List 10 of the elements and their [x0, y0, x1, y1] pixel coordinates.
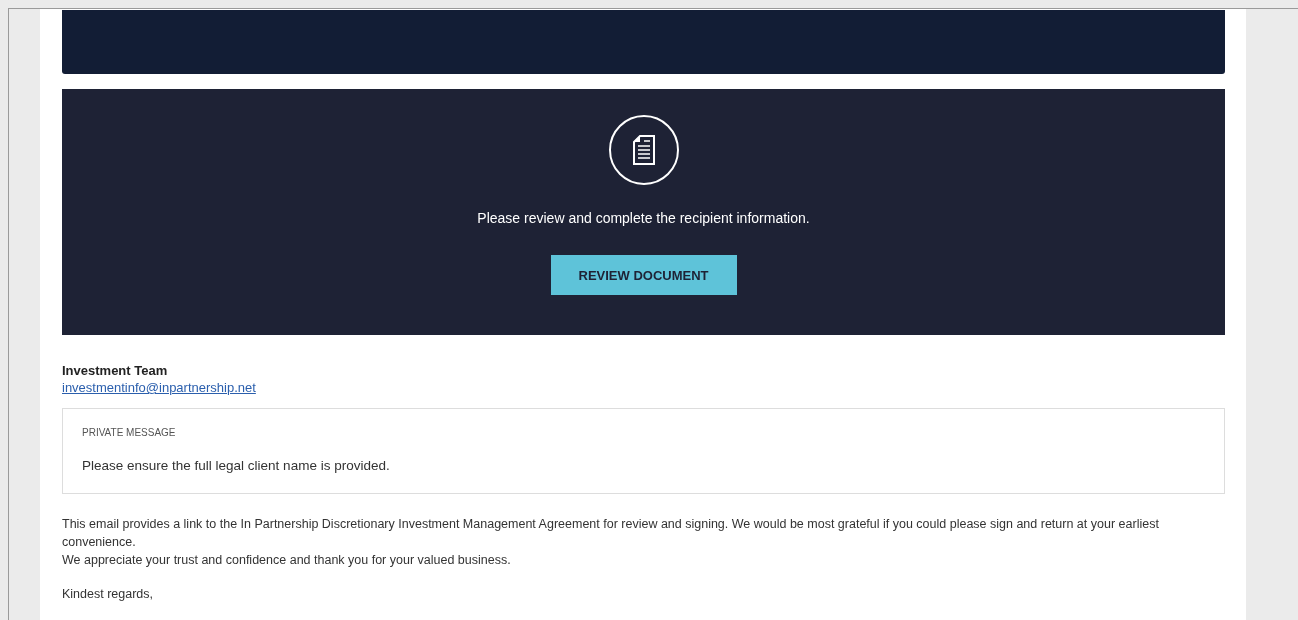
review-document-button[interactable]: REVIEW DOCUMENT	[550, 255, 737, 295]
body-paragraph: This email provides a link to the In Partnership Discretionary Investment Management Agreement for review and signing. We would be most grateful if you could please sign and return at your earliest convenience.	[62, 516, 1160, 551]
body-paragraph: We appreciate your trust and confidence and thank you for your valued business.	[62, 552, 512, 569]
closing-text: Kindest regards,	[62, 587, 155, 601]
sender-name: Investment Team	[62, 363, 169, 378]
private-message-heading: PRIVATE MESSAGE	[82, 427, 177, 438]
email-link[interactable]: investmentinfo@inpartnership.net	[62, 380, 256, 395]
review-message: Please review and complete the recipient information.	[477, 210, 810, 226]
private-message-text: Please ensure the full legal client name is provided.	[82, 458, 391, 473]
document-icon	[607, 114, 680, 186]
